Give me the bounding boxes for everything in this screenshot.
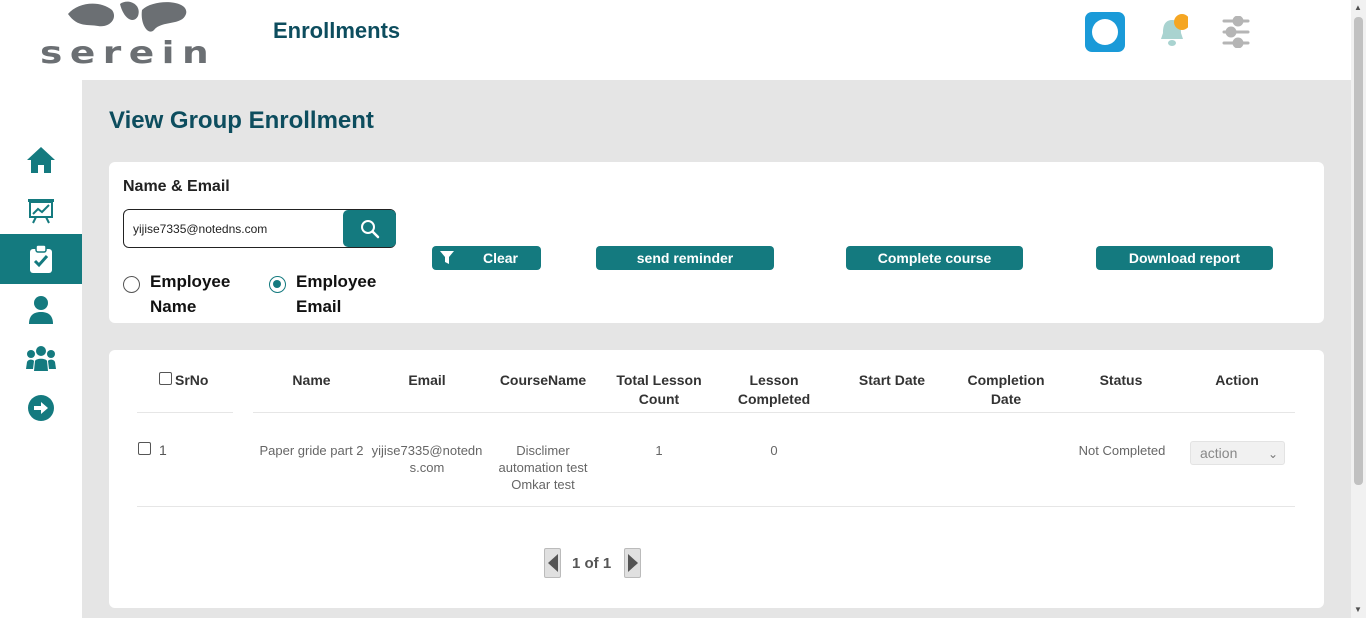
cell-srno: 1 <box>159 442 167 458</box>
header-divider <box>253 412 1295 413</box>
complete-course-button[interactable]: Complete course <box>846 246 1023 270</box>
nav-groups[interactable] <box>0 335 82 383</box>
logo-mark-icon <box>68 1 187 32</box>
logo-text: serein <box>40 36 217 71</box>
th-course-name: CourseName <box>499 372 587 388</box>
top-header: serein Enrollments <box>0 0 1351 80</box>
group-users-icon <box>26 346 56 371</box>
th-completion-date: Completion Date <box>967 372 1045 407</box>
next-page-button[interactable] <box>624 548 641 578</box>
name-email-label: Name & Email <box>123 178 230 195</box>
radio-employee-name[interactable]: Employee Name <box>123 269 240 319</box>
triangle-right-icon <box>627 554 638 572</box>
radio-label: Employee Name <box>150 272 231 316</box>
pagination-status: 1 of 1 <box>572 555 612 572</box>
filter-icon <box>440 251 454 264</box>
th-email: Email <box>408 372 446 388</box>
select-all-checkbox[interactable] <box>159 372 172 385</box>
clear-label: Clear <box>482 250 519 266</box>
search-box <box>123 209 396 248</box>
radio-label: Employee Email <box>296 272 377 316</box>
cell-lessons-completed: 0 <box>770 443 778 458</box>
prev-page-button[interactable] <box>544 548 561 578</box>
th-lesson-completed: Lesson Completed <box>737 372 811 407</box>
scrollbar-thumb[interactable] <box>1354 17 1363 485</box>
user-icon <box>29 296 53 324</box>
th-total-lesson-count: Total Lesson Count <box>616 372 702 407</box>
radio-employee-email[interactable]: Employee Email <box>269 269 386 319</box>
radio-circle[interactable] <box>123 276 140 293</box>
scroll-down-icon[interactable]: ▼ <box>1354 605 1362 614</box>
presentation-chart-icon <box>28 199 54 224</box>
view-title: View Group Enrollment <box>109 107 374 134</box>
nav-home[interactable] <box>0 136 82 184</box>
th-srno: SrNo <box>175 372 209 388</box>
nav-logout[interactable] <box>0 384 82 432</box>
notification-bell-icon[interactable] <box>1158 14 1190 48</box>
download-report-button[interactable]: Download report <box>1096 246 1273 270</box>
action-dropdown[interactable]: action ⌄ <box>1190 441 1285 465</box>
enrollment-table-card: SrNo Name Email CourseName Total Lesson … <box>109 350 1324 608</box>
vertical-scrollbar[interactable]: ▲ ▼ <box>1351 0 1366 618</box>
arrow-right-circle-icon <box>28 395 54 421</box>
cell-course: Disclimer automation test Omkar test <box>498 443 588 492</box>
clipboard-check-icon <box>30 244 52 273</box>
settings-sliders-icon[interactable] <box>1221 15 1251 49</box>
cell-status: Not Completed <box>1078 443 1166 458</box>
th-start-date: Start Date <box>858 372 926 388</box>
radio-circle-checked[interactable] <box>269 276 286 293</box>
triangle-left-icon <box>547 554 558 572</box>
home-icon <box>27 147 55 173</box>
sidebar-nav <box>0 80 82 618</box>
profile-avatar-button[interactable] <box>1085 12 1125 52</box>
chevron-down-icon: ⌄ <box>1267 447 1278 461</box>
clear-filter-button[interactable]: Clear <box>432 246 541 270</box>
search-button[interactable] <box>343 210 396 247</box>
page-heading: Enrollments <box>273 18 401 43</box>
search-icon <box>360 219 379 238</box>
nav-presentation[interactable] <box>0 186 82 234</box>
cell-name: Paper gride part 2 <box>259 443 364 458</box>
th-status: Status <box>1099 372 1143 388</box>
send-reminder-button[interactable]: send reminder <box>596 246 774 270</box>
row-divider <box>137 506 1295 507</box>
nav-enrollments[interactable] <box>0 234 82 284</box>
search-input[interactable] <box>133 219 338 239</box>
nav-user[interactable] <box>0 286 82 334</box>
row-checkbox[interactable] <box>138 442 151 455</box>
action-select-value: action <box>1200 445 1238 461</box>
scroll-up-icon[interactable]: ▲ <box>1354 3 1362 12</box>
cell-email: yijise7335@notedns.com <box>371 443 483 475</box>
th-name: Name <box>292 372 331 388</box>
cell-total-lessons: 1 <box>655 443 663 458</box>
header-divider <box>137 412 233 413</box>
main-content: View Group Enrollment Name & Email Emplo… <box>82 80 1351 618</box>
th-action: Action <box>1215 372 1259 388</box>
filter-card: Name & Email Employee Name Employee Emai… <box>109 162 1324 323</box>
